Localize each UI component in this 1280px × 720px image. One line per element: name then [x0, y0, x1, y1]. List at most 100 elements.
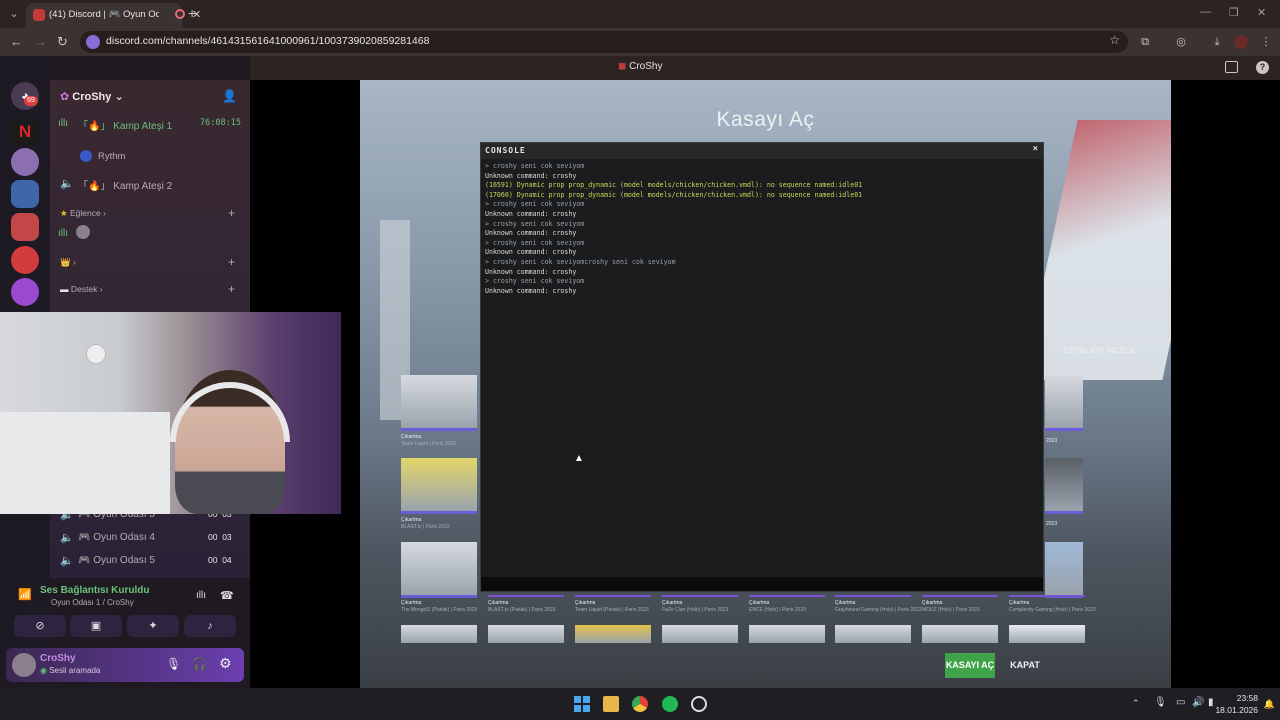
screen-share-button[interactable]: ▣: [70, 615, 122, 637]
battery-icon[interactable]: ▮: [1208, 697, 1214, 708]
sticker-card[interactable]: [401, 542, 477, 598]
forward-button[interactable]: →: [34, 34, 47, 49]
sticker-card[interactable]: [401, 625, 477, 643]
bookmark-star-icon[interactable]: ☆: [1109, 33, 1120, 47]
server-n-icon[interactable]: N: [11, 118, 39, 146]
sticker-card[interactable]: [1045, 375, 1083, 431]
minimize-button[interactable]: —: [1200, 6, 1211, 18]
url-text: discord.com/channels/461431561641000961/…: [106, 35, 430, 47]
disconnect-icon[interactable]: ☎: [220, 589, 234, 602]
sticker-caption: Çıkartma BLAST.tv (Parlak) | Paris 2023: [488, 600, 556, 613]
settings-gear-icon[interactable]: ⚙: [219, 655, 232, 672]
open-case-button[interactable]: KASAYI AÇ: [945, 653, 995, 678]
inspect-items-button[interactable]: EŞYALARI İNCELE: [1064, 346, 1135, 355]
sticker-card[interactable]: [662, 625, 738, 643]
server-icon-2[interactable]: [11, 148, 39, 176]
plane-tail-shape: [1022, 120, 1171, 380]
category-eglence[interactable]: ★ Eğlence ›: [60, 208, 106, 219]
microphone-icon[interactable]: 🎙: [166, 657, 181, 671]
chrome-icon[interactable]: [632, 696, 648, 712]
console-close-icon[interactable]: ×: [1033, 144, 1038, 154]
headphones-icon[interactable]: 🎧: [192, 657, 207, 671]
server-icon-3[interactable]: [11, 180, 39, 208]
voice-channel-room4[interactable]: 🎮 Oyun Odası 4: [78, 532, 155, 543]
activities-button[interactable]: ✦: [127, 615, 179, 637]
inbox-icon[interactable]: [1225, 61, 1238, 73]
category-icon[interactable]: 👑 ›: [60, 257, 76, 268]
system-clock[interactable]: 23:58 18.01.2026: [1215, 692, 1258, 716]
sticker-card[interactable]: [575, 625, 651, 643]
downloads-icon[interactable]: ⤓: [1210, 35, 1224, 49]
address-bar[interactable]: discord.com/channels/461431561641000961/…: [80, 31, 1128, 53]
start-button[interactable]: [574, 696, 590, 712]
voice-channel-kamp-1[interactable]: 「🔥」 Kamp Ateşi 1: [78, 117, 172, 132]
site-info-icon[interactable]: [86, 35, 100, 49]
media-icon[interactable]: ◎: [1174, 35, 1188, 49]
voice-member-rythm[interactable]: Rythm: [98, 151, 125, 162]
sticker-card[interactable]: [1045, 458, 1083, 514]
sticker-card[interactable]: [401, 375, 477, 431]
voice-channel-kamp-2[interactable]: 「🔥」 Kamp Ateşi 2: [78, 177, 172, 192]
tray-chevron-icon[interactable]: ⌃: [1132, 698, 1140, 709]
voice-status-subtitle[interactable]: Oyun Odası 1 / CroShy: [51, 598, 134, 607]
sticker-card[interactable]: [922, 625, 998, 643]
sticker-card[interactable]: [488, 625, 564, 643]
tab-discord[interactable]: (41) Discord | 🎮 Oyun Odası ✕: [26, 3, 201, 28]
console-line: > croshy seni cok seviyom: [485, 277, 585, 286]
spotify-icon[interactable]: [662, 696, 678, 712]
console-input[interactable]: [481, 577, 1043, 591]
member-avatar: [76, 225, 90, 239]
app-icon[interactable]: [691, 696, 707, 712]
noise-suppression-icon[interactable]: ıllı: [196, 590, 206, 601]
invite-icon[interactable]: 👤: [222, 89, 237, 103]
tray-mic-icon[interactable]: 🎙: [1154, 697, 1167, 708]
camera-off-button[interactable]: ⊘: [14, 615, 66, 637]
mouse-cursor-icon: ▲: [574, 453, 584, 464]
help-icon[interactable]: ?: [1256, 61, 1269, 74]
new-tab-button[interactable]: +: [188, 5, 196, 21]
menu-icon[interactable]: ⋮: [1259, 35, 1273, 49]
user-name: CroShy: [40, 653, 76, 664]
back-button[interactable]: ←: [10, 34, 23, 49]
close-case-button[interactable]: KAPAT: [1005, 653, 1045, 678]
console-title: CONSOLE: [485, 146, 526, 155]
notifications-icon[interactable]: 🔔: [1264, 699, 1275, 710]
server-icon-4[interactable]: [11, 213, 39, 241]
extensions-icon[interactable]: ⧉: [1138, 35, 1152, 49]
server-icon-5[interactable]: [11, 246, 39, 274]
tab-search-icon[interactable]: ⌄: [6, 6, 22, 22]
server-icon-6[interactable]: [11, 278, 39, 306]
guild-name[interactable]: ✿ CroShy ⌄: [60, 90, 124, 103]
sticker-card[interactable]: [1009, 625, 1085, 643]
soundboard-button[interactable]: ♪: [184, 615, 236, 637]
room4-count: 00 03: [208, 532, 232, 542]
maximize-button[interactable]: ❐: [1229, 6, 1239, 19]
reload-button[interactable]: ↻: [57, 34, 68, 50]
voice-channel-room5[interactable]: 🎮 Oyun Odası 5: [78, 555, 155, 566]
room5-count: 00 04: [208, 555, 232, 565]
discord-favicon-icon: [33, 9, 45, 21]
add-channel-icon-3[interactable]: +: [228, 282, 235, 296]
category-destek[interactable]: ▬ Destek ›: [60, 284, 103, 294]
sticker-card[interactable]: [1045, 542, 1083, 598]
developer-console[interactable]: CONSOLE × > croshy seni cok seviyom Unkno…: [480, 142, 1044, 592]
user-avatar[interactable]: [12, 653, 36, 677]
window-close-button[interactable]: ✕: [1257, 6, 1266, 19]
add-channel-icon-2[interactable]: +: [228, 255, 235, 269]
console-titlebar[interactable]: CONSOLE ×: [481, 143, 1043, 159]
add-channel-icon[interactable]: +: [228, 206, 235, 220]
sticker-card[interactable]: [835, 625, 911, 643]
sticker-card[interactable]: [749, 625, 825, 643]
file-explorer-icon[interactable]: [603, 696, 619, 712]
sticker-caption: Çıkartma MOUZ (Holo) | Paris 2023: [922, 600, 980, 613]
rarity-bar: [922, 595, 998, 597]
rarity-bar: [749, 595, 825, 597]
rarity-bar: [835, 595, 911, 597]
profile-avatar[interactable]: [1234, 35, 1248, 49]
rythm-avatar: [80, 150, 92, 162]
browser-tab-strip: ⌄ (41) Discord | 🎮 Oyun Odası ✕ + — ❐ ✕: [0, 0, 1280, 28]
sticker-card[interactable]: [401, 458, 477, 514]
network-icon[interactable]: ▭: [1176, 697, 1185, 708]
case-title: Kasayı Aç: [716, 108, 815, 131]
volume-icon[interactable]: 🔊: [1192, 697, 1204, 708]
